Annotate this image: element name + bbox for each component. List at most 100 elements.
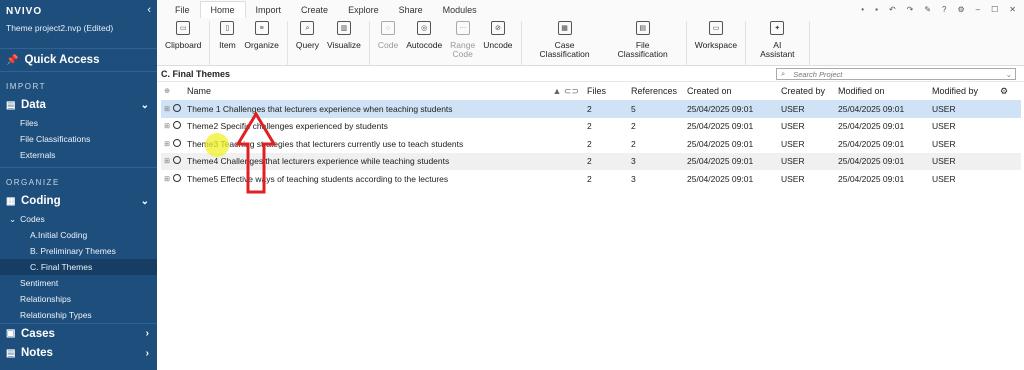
workspace-button[interactable]: ▭ Workspace (691, 21, 741, 66)
query-button[interactable]: ⌕ Query (292, 21, 323, 66)
organize-label: Organize (244, 40, 279, 50)
column-header-created-on[interactable]: Created on (687, 82, 781, 100)
settings-icon[interactable]: ⚙ (958, 5, 965, 14)
visualize-button[interactable]: ▥ Visualize (323, 21, 365, 66)
row-created-by: USER (781, 100, 838, 118)
table-row[interactable]: ⊞ Theme5 Effective ways of teaching stud… (161, 170, 1021, 188)
help-icon[interactable]: ? (942, 5, 946, 14)
redo-icon[interactable]: ↷ (907, 5, 914, 14)
column-header-name[interactable]: Name ▲ ⊂⊃ (187, 82, 587, 100)
row-created-on: 25/04/2025 09:01 (687, 138, 754, 149)
maximize-icon[interactable]: ☐ (991, 5, 998, 14)
row-modified-on: 25/04/2025 09:01 (838, 152, 932, 170)
sidebar-item-files[interactable]: Files (0, 115, 157, 131)
tab-modules[interactable]: Modules (433, 5, 487, 18)
tab-create[interactable]: Create (291, 5, 338, 18)
bell-icon[interactable]: • (861, 5, 864, 14)
aggregate-toggle-icon[interactable] (173, 100, 187, 118)
sidebar-group-cases[interactable]: ▣ Cases › (0, 323, 157, 343)
tab-import[interactable]: Import (246, 5, 292, 18)
sort-link-icon: ▲ ⊂⊃ (552, 85, 580, 96)
ai-group: ✦ AI Assistant (746, 21, 810, 66)
autocode-icon: ◎ (417, 21, 432, 35)
sidebar-item-relationships[interactable]: Relationships (0, 291, 157, 307)
range-code-button[interactable]: ⋯ Range Code (446, 21, 479, 66)
workspace-group: ▭ Workspace (687, 21, 747, 66)
collapse-sidebar-icon[interactable]: ‹ (147, 4, 151, 16)
column-header-modified-by[interactable]: Modified by (932, 82, 1000, 100)
sidebar-item-initial-coding[interactable]: A.Initial Coding (0, 227, 157, 243)
case-classification-icon: ▦ (557, 21, 572, 35)
clipboard-button[interactable]: ▭ Clipboard (161, 21, 205, 66)
file-classification-button[interactable]: ▤ File Classification (604, 21, 682, 66)
sidebar-item-file-classifications[interactable]: File Classifications (0, 131, 157, 147)
autocode-button[interactable]: ◎ Autocode (402, 21, 446, 66)
uncode-button[interactable]: ⊘ Uncode (479, 21, 516, 66)
notes-icon: ▤ (6, 347, 16, 359)
case-classification-button[interactable]: ▦ Case Classification (526, 21, 604, 66)
sidebar-item-codes[interactable]: ⌄ Codes (0, 211, 157, 227)
table-header: ⊕ Name ▲ ⊂⊃ Files References Created on C… (161, 82, 1021, 100)
aggregate-toggle-icon[interactable] (173, 152, 187, 170)
row-references: 5 (631, 100, 687, 118)
expand-icon[interactable]: ⊞ (161, 170, 173, 188)
sidebar-item-relationship-types[interactable]: Relationship Types (0, 307, 157, 323)
add-column-icon[interactable]: ⊕ (161, 82, 173, 100)
table-row[interactable]: ⊞ Theme 1 Challenges that lecturers expe… (161, 100, 1021, 118)
column-settings-icon[interactable]: ⚙ (1000, 82, 1021, 100)
table-row[interactable]: ⊞ Theme3 Teaching strategies that lectur… (161, 135, 1021, 153)
expand-icon[interactable]: ⊞ (161, 152, 173, 170)
item-icon: ▯ (220, 21, 235, 35)
sidebar-group-data[interactable]: ▤ Data ⌄ (0, 95, 157, 115)
row-modified-by: USER (932, 121, 956, 132)
grid-icon[interactable]: ▪ (875, 5, 878, 14)
sidebar-group-notes[interactable]: ▤ Notes › (0, 343, 157, 363)
sidebar-group-coding[interactable]: ▦ Coding ⌄ (0, 191, 157, 211)
codes-table: ⊕ Name ▲ ⊂⊃ Files References Created on C… (161, 82, 1021, 188)
row-references: 3 (631, 173, 636, 184)
expand-icon[interactable]: ⊞ (161, 118, 173, 136)
tab-explore[interactable]: Explore (338, 5, 389, 18)
undo-icon[interactable]: ↶ (889, 5, 896, 14)
expand-icon[interactable]: ⊞ (161, 100, 173, 118)
sidebar-item-sentiment[interactable]: Sentiment (0, 275, 157, 291)
cursor-highlight (205, 133, 229, 157)
close-icon[interactable]: ✕ (1009, 5, 1016, 14)
row-created-by: USER (781, 138, 805, 149)
item-button[interactable]: ▯ Item (214, 21, 240, 66)
tab-share[interactable]: Share (389, 5, 433, 18)
column-header-references[interactable]: References (631, 82, 687, 100)
row-references: 3 (631, 152, 687, 170)
column-header-files[interactable]: Files (587, 82, 631, 100)
import-section-label: IMPORT (6, 82, 46, 91)
minimize-icon[interactable]: – (976, 5, 980, 14)
row-files: 2 (587, 173, 592, 184)
organize-button[interactable]: ≡ Organize (240, 21, 283, 66)
search-input[interactable]: ⌕ Search Project ⌄ (776, 68, 1016, 80)
tab-file[interactable]: File (165, 5, 200, 18)
workspace-label: Workspace (694, 40, 738, 50)
item-label: Item (219, 40, 236, 50)
quick-access[interactable]: 📌 Quick Access (0, 48, 157, 72)
column-header-modified-on[interactable]: Modified on (838, 82, 932, 100)
chevron-down-icon[interactable]: ⌄ (1006, 70, 1012, 79)
expand-icon[interactable]: ⊞ (161, 135, 173, 153)
aggregate-toggle-icon[interactable] (173, 170, 187, 188)
tab-home[interactable]: Home (199, 1, 246, 18)
ai-assistant-button[interactable]: ✦ AI Assistant (750, 21, 805, 66)
data-icon: ▤ (6, 99, 16, 111)
row-files: 2 (587, 152, 631, 170)
table-row[interactable]: ⊞ Theme2 Specific challenges experienced… (161, 118, 1021, 136)
table-row[interactable]: ⊞ Theme4 Challenges that lecturers exper… (161, 152, 1021, 170)
sidebar-item-final-themes[interactable]: C. Final Themes (0, 259, 157, 275)
edit-icon[interactable]: ✎ (924, 5, 931, 14)
chevron-down-icon: ⌄ (140, 99, 149, 111)
column-header-created-by[interactable]: Created by (781, 82, 838, 100)
code-button[interactable]: ○ Code (374, 21, 402, 66)
aggregate-toggle-icon[interactable] (173, 118, 187, 136)
ribbon: File Home Import Create Explore Share Mo… (157, 0, 1024, 66)
aggregate-toggle-icon[interactable] (173, 135, 187, 153)
sidebar-item-preliminary-themes[interactable]: B. Preliminary Themes (0, 243, 157, 259)
sidebar-item-externals[interactable]: Externals (0, 147, 157, 163)
row-created-on: 25/04/2025 09:01 (687, 100, 781, 118)
